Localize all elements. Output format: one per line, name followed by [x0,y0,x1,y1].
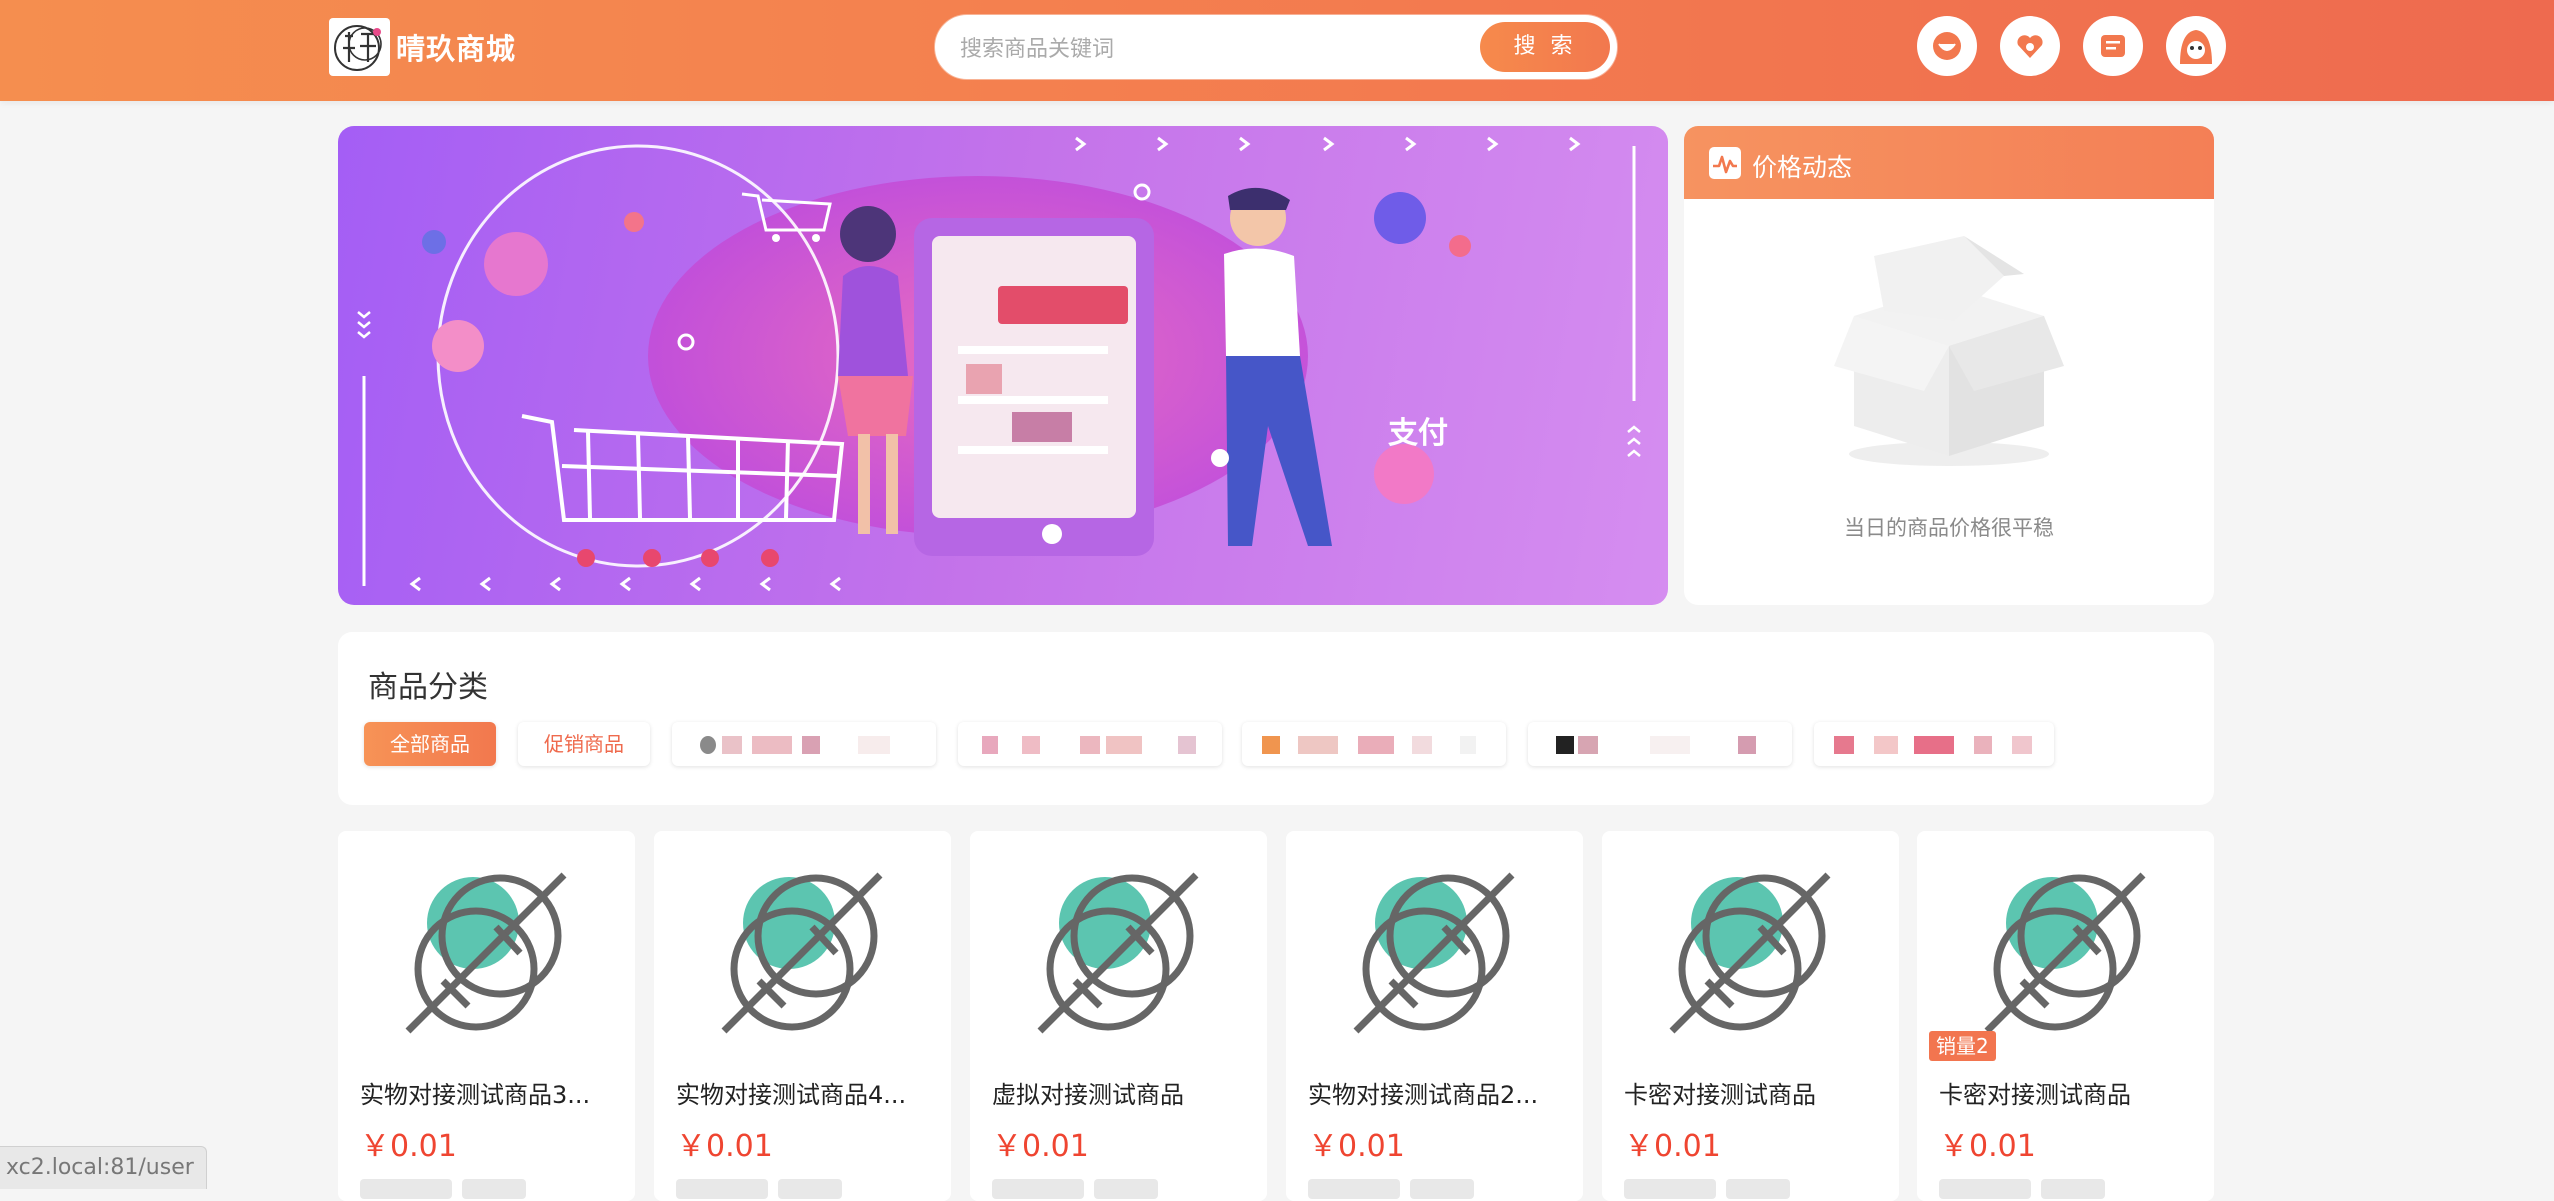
search-input[interactable] [958,28,1432,70]
tab-promotions[interactable]: 促销商品 [518,722,650,766]
product-tag [1726,1179,1790,1199]
product-name[interactable]: 虚拟对接测试商品 [992,1075,1252,1110]
product-tag [778,1179,842,1199]
price-trends-panel: 价格动态 当日的商品价格很平稳 [1684,126,2214,605]
product-tag [1939,1179,2031,1199]
image-placeholder-icon [405,872,567,1034]
pulse-chart-icon [1709,147,1741,179]
empty-box-icon [1834,236,2064,466]
category-section: 商品分类 全部商品 促销商品 [338,632,2214,805]
product-card[interactable]: 卡密对接测试商品 ￥0.01 [1602,831,1899,1201]
product-tag [676,1179,768,1199]
product-name[interactable]: 实物对接测试商品3... [360,1075,620,1110]
category-title: 商品分类 [368,670,488,705]
product-price: ￥0.01 [1308,1129,1405,1164]
price-panel-header: 价格动态 [1684,126,2214,199]
price-empty-text: 当日的商品价格很平稳 [1844,516,2054,540]
banner-pay-text: 支付 [1388,416,1448,451]
brand-name[interactable]: 晴玖商城 [396,26,516,68]
price-panel-title: 价格动态 [1752,153,1853,182]
promo-banner[interactable]: 支付 [338,126,1668,605]
image-placeholder-icon [1037,872,1199,1034]
tab-category-4[interactable] [958,722,1222,766]
product-tag [1308,1179,1400,1199]
product-tag [462,1179,526,1199]
site-logo[interactable] [329,18,390,76]
image-placeholder-icon [721,872,883,1034]
sales-badge: 销量2 [1929,1031,1996,1061]
product-price: ￥0.01 [676,1129,773,1164]
product-card[interactable]: 虚拟对接测试商品 ￥0.01 [970,831,1267,1201]
product-price: ￥0.01 [992,1129,1089,1164]
tab-category-6[interactable] [1528,722,1792,766]
status-bar-url: xc2.local:81/user [0,1146,207,1189]
product-card[interactable]: 卡密对接测试商品 ￥0.01 销量2 [1917,831,2214,1201]
image-placeholder-icon [1353,872,1515,1034]
product-tag [992,1179,1084,1199]
product-price: ￥0.01 [1939,1129,2036,1164]
favorites-icon[interactable] [2000,16,2060,76]
tab-category-5[interactable] [1242,722,1506,766]
top-header: 晴玖商城 搜 索 [0,0,2554,101]
product-card[interactable]: 实物对接测试商品2... ￥0.01 [1286,831,1583,1201]
product-name[interactable]: 实物对接测试商品2... [1308,1075,1568,1110]
product-tag [1094,1179,1158,1199]
user-avatar-icon[interactable] [2166,16,2226,76]
product-price: ￥0.01 [360,1129,457,1164]
image-placeholder-icon [1669,872,1831,1034]
product-tag [1624,1179,1716,1199]
product-name[interactable]: 卡密对接测试商品 [1939,1075,2199,1110]
product-name[interactable]: 卡密对接测试商品 [1624,1075,1884,1110]
product-tag [2041,1179,2105,1199]
tab-all-products[interactable]: 全部商品 [364,722,496,766]
product-name[interactable]: 实物对接测试商品4... [676,1075,936,1110]
product-tag [360,1179,452,1199]
tab-category-3[interactable] [672,722,936,766]
logo-icon [334,25,382,71]
search-button[interactable]: 搜 索 [1480,22,1610,72]
product-card[interactable]: 实物对接测试商品4... ￥0.01 [654,831,951,1201]
tab-category-7[interactable] [1814,722,2054,766]
image-placeholder-icon [1984,872,2146,1034]
search-bar: 搜 索 [935,15,1617,79]
orders-icon[interactable] [1917,16,1977,76]
shopping-illustration [357,136,1641,592]
product-tag [1410,1179,1474,1199]
product-price: ￥0.01 [1624,1129,1721,1164]
cart-icon[interactable] [2083,16,2143,76]
product-card[interactable]: 实物对接测试商品3... ￥0.01 [338,831,635,1201]
